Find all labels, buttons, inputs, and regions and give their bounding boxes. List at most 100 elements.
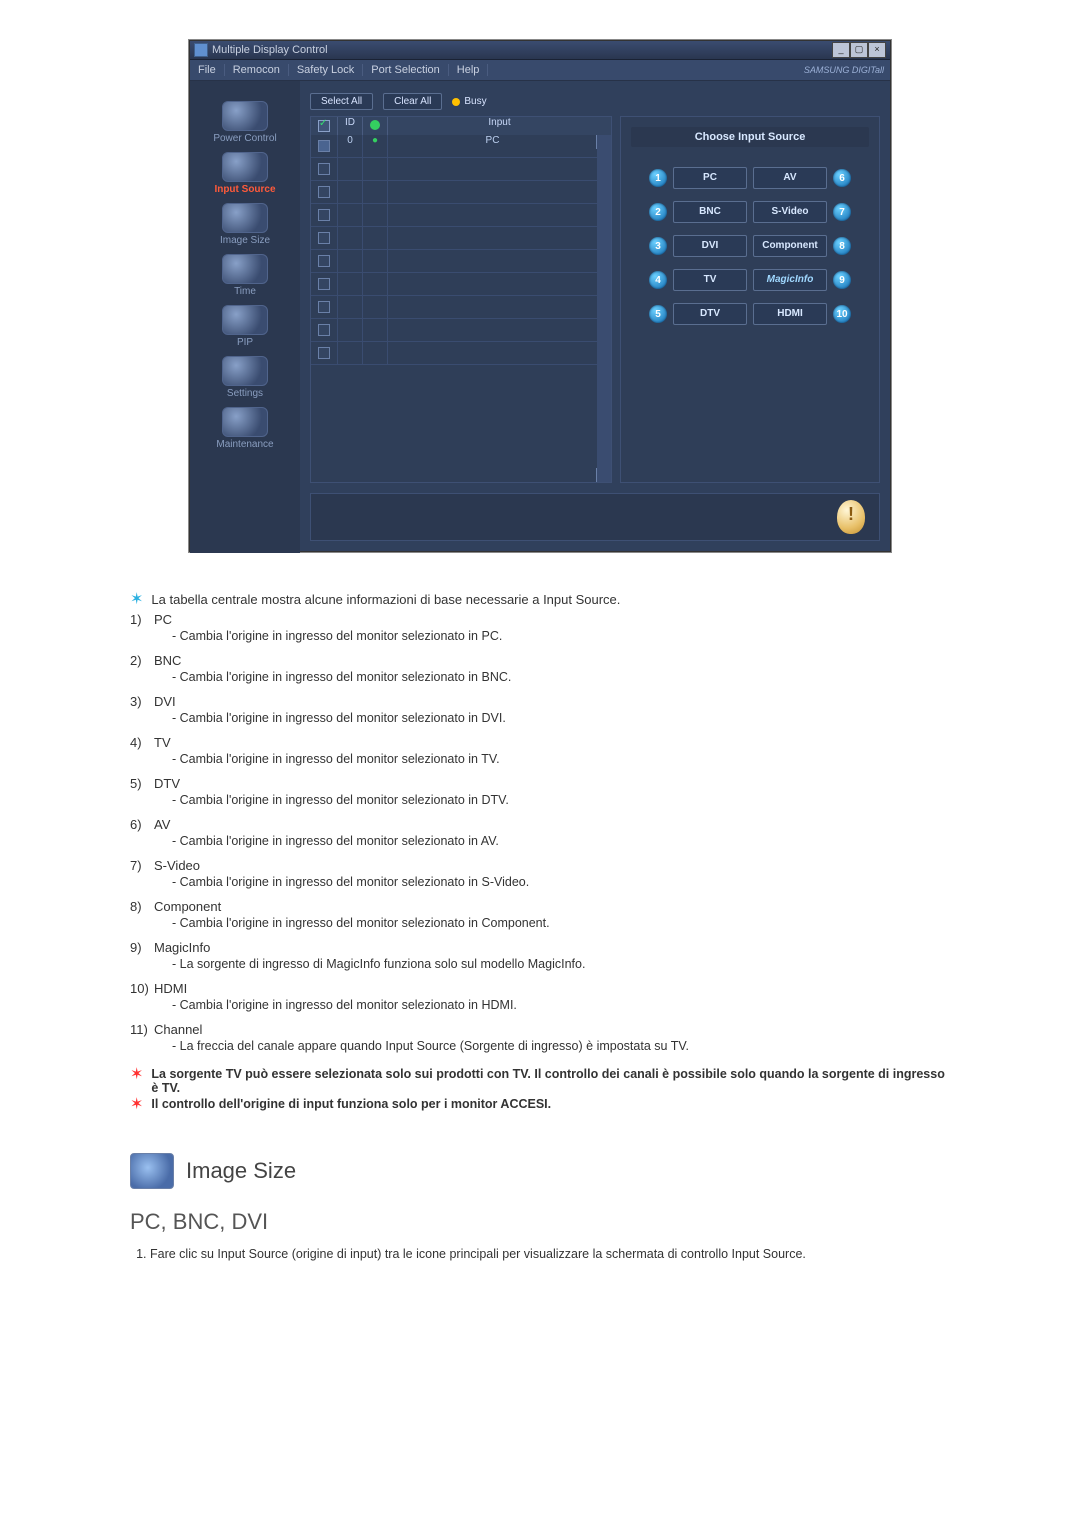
row-checkbox[interactable] [318, 324, 330, 336]
star-icon: ✶ [130, 1067, 143, 1095]
row-checkbox[interactable] [318, 301, 330, 313]
maintenance-icon [222, 407, 268, 437]
definitions-list: 1)PC- Cambia l'origine in ingresso del m… [130, 612, 950, 1053]
sidebar-item-input-source[interactable]: Input Source [200, 152, 290, 195]
callout-6: 6 [833, 169, 851, 187]
list-item: 7)S-Video- Cambia l'origine in ingresso … [130, 858, 950, 889]
callout-5: 5 [649, 305, 667, 323]
star-icon: ✶ [130, 1097, 143, 1113]
maximize-button[interactable]: ▢ [850, 42, 868, 58]
status-icon [370, 120, 380, 130]
sidebar-item-maintenance[interactable]: Maintenance [200, 407, 290, 450]
sidebar-item-time[interactable]: Time [200, 254, 290, 297]
table-row[interactable] [311, 204, 597, 227]
table-row[interactable]: 0 ● PC [311, 135, 597, 158]
pip-icon [222, 305, 268, 335]
sidebar-item-label: PIP [237, 337, 253, 348]
scroll-down[interactable] [596, 468, 610, 482]
sidebar-item-label: Image Size [220, 235, 270, 246]
sidebar-item-label: Power Control [213, 133, 276, 144]
sidebar-item-label: Input Source [214, 184, 275, 195]
app-window: Multiple Display Control _ ▢ × File Remo… [189, 40, 891, 552]
subsection-title: PC, BNC, DVI [130, 1209, 950, 1235]
row-status-icon: ● [372, 135, 378, 146]
sidebar-item-label: Time [234, 286, 256, 297]
callout-9: 9 [833, 271, 851, 289]
image-size-section-icon [130, 1153, 174, 1189]
titlebar: Multiple Display Control _ ▢ × [190, 41, 890, 60]
list-item: 4)TV- Cambia l'origine in ingresso del m… [130, 735, 950, 766]
sidebar-item-pip[interactable]: PIP [200, 305, 290, 348]
source-bnc-button[interactable]: BNC [673, 201, 747, 223]
menubar: File Remocon Safety Lock Port Selection … [190, 60, 890, 81]
row-checkbox[interactable] [318, 186, 330, 198]
row-id: 0 [338, 135, 363, 157]
list-item: 6)AV- Cambia l'origine in ingresso del m… [130, 817, 950, 848]
source-magicinfo-button[interactable]: MagicInfo [753, 269, 827, 291]
source-tv-button[interactable]: TV [673, 269, 747, 291]
table-row[interactable] [311, 158, 597, 181]
busy-label: Busy [464, 96, 486, 107]
row-input: PC [388, 135, 597, 157]
table-row[interactable] [311, 250, 597, 273]
clear-all-button[interactable]: Clear All [383, 93, 442, 110]
grid-rows: 0 ● PC [311, 135, 611, 482]
sidebar: Power Control Input Source Image Size Ti… [190, 81, 300, 553]
settings-icon [222, 356, 268, 386]
col-id: ID [338, 117, 363, 135]
row-checkbox[interactable] [318, 232, 330, 244]
callout-7: 7 [833, 203, 851, 221]
table-row[interactable] [311, 181, 597, 204]
panel-title: Choose Input Source [631, 127, 869, 147]
list-item: 11)Channel- La freccia del canale appare… [130, 1022, 950, 1053]
source-av-button[interactable]: AV [753, 167, 827, 189]
row-checkbox[interactable] [318, 140, 330, 152]
callout-10: 10 [833, 305, 851, 323]
sidebar-item-image-size[interactable]: Image Size [200, 203, 290, 246]
table-row[interactable] [311, 319, 597, 342]
brand-label: SAMSUNG DIGITall [804, 65, 890, 75]
busy-dot-icon [452, 98, 460, 106]
sidebar-item-label: Settings [227, 388, 263, 399]
table-row[interactable] [311, 296, 597, 319]
row-checkbox[interactable] [318, 255, 330, 267]
star-icon: ✶ [130, 592, 143, 608]
warning-icon [837, 500, 865, 534]
menu-safety-lock[interactable]: Safety Lock [289, 64, 363, 76]
col-input: Input [388, 117, 611, 135]
menu-file[interactable]: File [190, 64, 225, 76]
source-dtv-button[interactable]: DTV [673, 303, 747, 325]
source-hdmi-button[interactable]: HDMI [753, 303, 827, 325]
sidebar-item-settings[interactable]: Settings [200, 356, 290, 399]
table-row[interactable] [311, 227, 597, 250]
source-dvi-button[interactable]: DVI [673, 235, 747, 257]
list-item: 9)MagicInfo- La sorgente di ingresso di … [130, 940, 950, 971]
row-checkbox[interactable] [318, 163, 330, 175]
select-all-button[interactable]: Select All [310, 93, 373, 110]
section-title: Image Size [186, 1158, 296, 1184]
row-checkbox[interactable] [318, 209, 330, 221]
menu-port-selection[interactable]: Port Selection [363, 64, 448, 76]
input-source-panel: Choose Input Source 1 PC AV 6 2 BNC S-Vi… [620, 116, 880, 483]
source-svideo-button[interactable]: S-Video [753, 201, 827, 223]
sidebar-item-power-control[interactable]: Power Control [200, 101, 290, 144]
callout-3: 3 [649, 237, 667, 255]
list-item: 5)DTV- Cambia l'origine in ingresso del … [130, 776, 950, 807]
row-checkbox[interactable] [318, 278, 330, 290]
close-button[interactable]: × [868, 42, 886, 58]
table-row[interactable] [311, 342, 597, 365]
section-header: Image Size [130, 1153, 950, 1189]
source-pc-button[interactable]: PC [673, 167, 747, 189]
source-component-button[interactable]: Component [753, 235, 827, 257]
list-item: 10)HDMI- Cambia l'origine in ingresso de… [130, 981, 950, 1012]
minimize-button[interactable]: _ [832, 42, 850, 58]
row-checkbox[interactable] [318, 347, 330, 359]
menu-help[interactable]: Help [449, 64, 489, 76]
table-row[interactable] [311, 273, 597, 296]
scroll-up[interactable] [596, 135, 610, 149]
grid-header: ID Input [311, 117, 611, 135]
header-checkbox[interactable] [318, 120, 330, 132]
power-icon [222, 101, 268, 131]
display-grid: ID Input 0 ● PC [310, 116, 612, 483]
menu-remocon[interactable]: Remocon [225, 64, 289, 76]
